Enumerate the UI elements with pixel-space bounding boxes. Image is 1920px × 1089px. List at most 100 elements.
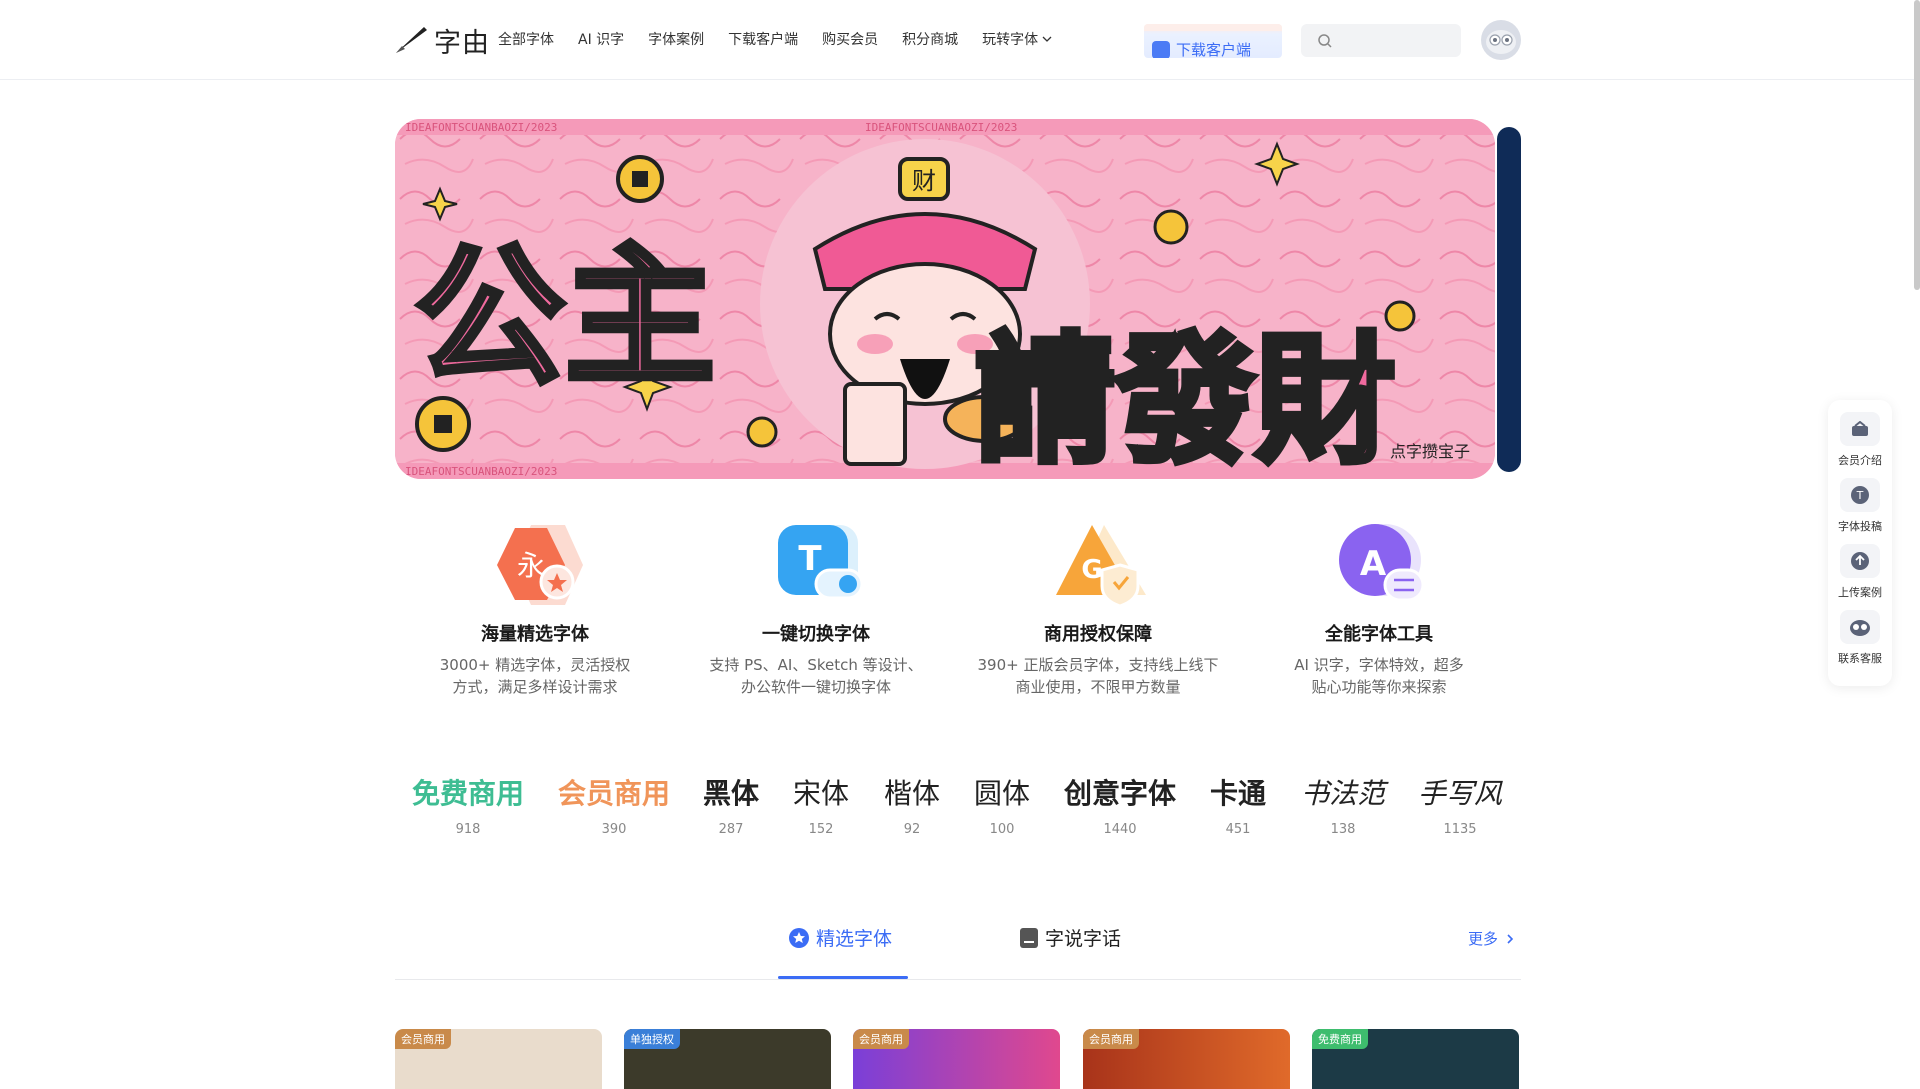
feature-desc-line: 390+ 正版会员字体，支持线上线下 bbox=[977, 656, 1219, 674]
upload-icon bbox=[1840, 544, 1880, 578]
side-upload-case[interactable]: 上传案例 bbox=[1828, 544, 1892, 600]
category-count: 451 bbox=[1225, 822, 1251, 837]
category-label: 宋体 bbox=[792, 777, 849, 810]
brush-logo-icon bbox=[396, 27, 427, 53]
font-card[interactable]: 会员商用 bbox=[1083, 1029, 1290, 1089]
category-creative[interactable]: 创意字体 1440 bbox=[1062, 772, 1178, 837]
feature-desc-line: 方式，满足多样设计需求 bbox=[452, 678, 618, 696]
category-heiti[interactable]: 黑体 287 bbox=[700, 772, 762, 837]
nav-play-fonts-label: 玩转字体 bbox=[982, 32, 1039, 48]
category-count: 152 bbox=[808, 822, 834, 837]
svg-text:G: G bbox=[1081, 555, 1102, 585]
side-float-panel: 会员介绍 T 字体投稿 上传案例 联系客服 bbox=[1828, 400, 1892, 686]
category-calligraphy[interactable]: 书法范 138 bbox=[1297, 772, 1389, 837]
search-box[interactable] bbox=[1301, 24, 1461, 57]
nav-ai-recognition[interactable]: AI 识字 bbox=[578, 29, 624, 49]
banner-headline-right: 請發財 bbox=[975, 320, 1395, 479]
font-submit-icon: T bbox=[1840, 478, 1880, 512]
category-songti[interactable]: 宋体 152 bbox=[790, 772, 852, 837]
feature-title: 全能字体工具 bbox=[1325, 624, 1433, 645]
category-label: 卡通 bbox=[1209, 777, 1266, 810]
category-free-commercial[interactable]: 免费商用 918 bbox=[412, 772, 524, 837]
banner-caption: 点字攒宝子 bbox=[1390, 442, 1470, 461]
side-font-submission[interactable]: T 字体投稿 bbox=[1828, 478, 1892, 534]
font-card[interactable]: 会员商用 bbox=[395, 1029, 602, 1089]
more-link[interactable]: 更多 bbox=[1468, 928, 1516, 949]
nav-font-cases[interactable]: 字体案例 bbox=[648, 29, 704, 49]
star-badge-icon bbox=[789, 927, 809, 948]
tab-font-talk[interactable]: 字说字话 bbox=[1019, 924, 1121, 951]
nav-buy-membership[interactable]: 购买会员 bbox=[822, 29, 878, 49]
search-input[interactable] bbox=[1341, 33, 1461, 48]
category-label: 免费商用 bbox=[412, 777, 525, 810]
category-count: 1135 bbox=[1443, 822, 1477, 837]
border-text-top-2: IDEAFONTSCUANBAOZI/2023 bbox=[865, 121, 1017, 134]
nav-play-fonts[interactable]: 玩转字体 bbox=[982, 29, 1052, 49]
category-count: 100 bbox=[989, 822, 1015, 837]
category-count: 918 bbox=[455, 822, 481, 837]
font-card[interactable]: 单独授权 bbox=[624, 1029, 831, 1089]
download-client-button[interactable]: 下载客户端 bbox=[1144, 24, 1282, 58]
top-header: 字由 全部字体 AI 识字 字体案例 下载客户端 购买会员 积分商城 玩转字体 … bbox=[0, 0, 1920, 80]
category-label: 楷体 bbox=[883, 777, 940, 810]
banner-next-slide[interactable] bbox=[1497, 127, 1521, 472]
feature-massive-fonts: 永 海量精选字体 3000+ 精选字体，灵活授权 方式，满足多样设计需求 bbox=[395, 520, 675, 698]
tab-label: 字说字话 bbox=[1045, 928, 1122, 950]
logo-text: 字由 bbox=[434, 27, 490, 59]
banner-headline-left: 公主 bbox=[415, 231, 715, 405]
site-logo[interactable]: 字由 bbox=[394, 22, 490, 59]
card-badge: 会员商用 bbox=[395, 1029, 451, 1049]
hero-banner[interactable]: IDEAFONTSCUANBAOZI/2023 IDEAFONTSCUANBAO… bbox=[395, 119, 1495, 479]
category-yuanti[interactable]: 圆体 100 bbox=[971, 772, 1033, 837]
feature-title: 商用授权保障 bbox=[1044, 624, 1152, 645]
side-label: 会员介绍 bbox=[1838, 454, 1882, 467]
tab-featured-fonts[interactable]: 精选字体 bbox=[788, 924, 892, 951]
feature-desc: AI 识字，字体特效，超多 贴心功能等你来探索 bbox=[1239, 654, 1519, 698]
card-badge: 免费商用 bbox=[1312, 1029, 1368, 1049]
category-cartoon[interactable]: 卡通 451 bbox=[1207, 772, 1269, 837]
category-label: 书法范 bbox=[1300, 777, 1385, 810]
feature-title: 一键切换字体 bbox=[762, 624, 870, 645]
nav-all-fonts[interactable]: 全部字体 bbox=[498, 29, 554, 49]
category-kaiti[interactable]: 楷体 92 bbox=[881, 772, 943, 837]
owl-avatar-icon bbox=[1486, 30, 1516, 54]
feature-desc-line: AI 识字，字体特效，超多 bbox=[1294, 656, 1464, 674]
border-text-bottom: IDEAFONTSCUANBAOZI/2023 bbox=[405, 465, 557, 478]
nav-points-mall[interactable]: 积分商城 bbox=[902, 29, 958, 49]
card-badge: 会员商用 bbox=[1083, 1029, 1139, 1049]
category-label: 圆体 bbox=[973, 777, 1030, 810]
feature-desc-line: 支持 PS、AI、Sketch 等设计、 bbox=[709, 656, 923, 674]
active-tab-indicator bbox=[778, 976, 908, 979]
font-library-icon: 永 bbox=[485, 520, 585, 610]
feature-title: 海量精选字体 bbox=[481, 624, 589, 645]
category-count: 138 bbox=[1330, 822, 1356, 837]
crown-icon bbox=[1840, 412, 1880, 446]
side-customer-service[interactable]: 联系客服 bbox=[1828, 610, 1892, 666]
download-client-label: 下载客户端 bbox=[1176, 41, 1252, 58]
tab-label: 精选字体 bbox=[816, 928, 893, 950]
feature-desc-line: 办公软件一键切换字体 bbox=[740, 678, 891, 696]
card-badge: 单独授权 bbox=[624, 1029, 680, 1049]
category-member-commercial[interactable]: 会员商用 390 bbox=[556, 772, 672, 837]
feature-commercial-license: G 商用授权保障 390+ 正版会员字体，支持线上线下 商业使用，不限甲方数量 bbox=[958, 520, 1238, 698]
category-label: 手写风 bbox=[1417, 777, 1502, 810]
side-membership-intro[interactable]: 会员介绍 bbox=[1828, 412, 1892, 468]
side-label: 上传案例 bbox=[1838, 586, 1882, 599]
feature-desc: 支持 PS、AI、Sketch 等设计、 办公软件一键切换字体 bbox=[676, 654, 956, 698]
nav-download-client[interactable]: 下载客户端 bbox=[728, 29, 798, 49]
font-tools-icon: A bbox=[1329, 520, 1429, 610]
category-handwriting[interactable]: 手写风 1135 bbox=[1414, 772, 1506, 837]
border-text-top: IDEAFONTSCUANBAOZI/2023 bbox=[405, 121, 557, 134]
feature-desc-line: 商业使用，不限甲方数量 bbox=[1015, 678, 1181, 696]
font-card[interactable]: 免费商用 bbox=[1312, 1029, 1519, 1089]
page-scrollbar[interactable] bbox=[1914, 0, 1920, 290]
license-shield-icon: G bbox=[1048, 520, 1148, 610]
svg-text:财: 财 bbox=[912, 167, 936, 195]
category-count: 1440 bbox=[1103, 822, 1137, 837]
user-avatar[interactable] bbox=[1481, 20, 1521, 60]
search-icon bbox=[1318, 33, 1332, 48]
font-card[interactable]: 会员商用 bbox=[853, 1029, 1060, 1089]
font-switch-icon: T bbox=[766, 520, 866, 610]
banner-illustration: IDEAFONTSCUANBAOZI/2023 IDEAFONTSCUANBAO… bbox=[395, 119, 1495, 479]
content-tabs: 精选字体 字说字话 bbox=[395, 918, 1521, 980]
